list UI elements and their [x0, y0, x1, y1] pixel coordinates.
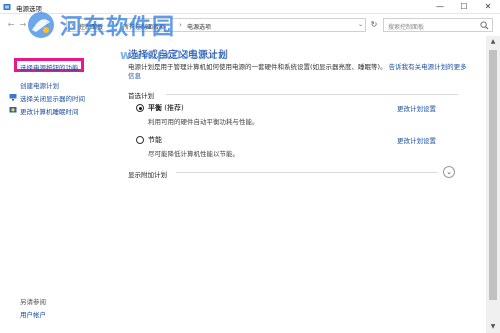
scroll-down-icon[interactable]: ▼	[486, 321, 500, 333]
plan-balanced-name[interactable]: 平衡 (推荐)	[148, 103, 184, 113]
search-icon[interactable]	[480, 21, 489, 30]
plan-balanced-settings-link[interactable]: 更改计划设置	[397, 103, 436, 113]
sidebar-item-display-off[interactable]: 选择关闭显示器的时间	[20, 93, 85, 103]
sidebar-item-power-button[interactable]: 选择电源按钮的功能	[20, 62, 79, 72]
section-divider	[166, 94, 458, 95]
plan-saver-desc: 尽可能降低计算机性能以节能。	[148, 150, 239, 158]
plan-balanced-tag: (推荐)	[164, 104, 184, 112]
back-arrow-icon[interactable]: ←	[6, 19, 16, 31]
scroll-up-icon[interactable]: ▲	[486, 36, 500, 48]
watermark-url: www.pc0359.cn	[120, 48, 227, 62]
scrollbar[interactable]: ▲ ▼	[486, 36, 500, 333]
scroll-thumb[interactable]	[489, 50, 497, 300]
close-button[interactable]: ✕	[476, 0, 500, 14]
moon-icon	[9, 107, 17, 113]
plan-saver-settings-link[interactable]: 更改计划设置	[397, 135, 436, 145]
plan-saver-name[interactable]: 节能	[148, 135, 162, 145]
plan-balanced-title: 平衡	[148, 104, 162, 112]
preferred-plans-label: 首选计划	[128, 92, 154, 100]
search-input[interactable]: 搜索控制面板	[383, 18, 493, 32]
expand-chevron-icon[interactable]: ⌄	[443, 166, 455, 178]
main-content: 选择或自定义电源计划 电源计划是用于管理计算机如何使用电源的一套硬件和系统设置(…	[118, 36, 486, 333]
search-placeholder: 搜索控制面板	[388, 24, 425, 31]
chevron-right-icon: ›	[179, 21, 182, 29]
description-text: 电源计划是用于管理计算机如何使用电源的一套硬件和系统设置(如显示器亮度、睡眠等)…	[128, 63, 387, 71]
monitor-icon	[9, 94, 17, 101]
page-description: 电源计划是用于管理计算机如何使用电源的一套硬件和系统设置(如显示器亮度、睡眠等)…	[128, 63, 468, 81]
breadcrumb-power-options[interactable]: 电源选项	[187, 22, 211, 31]
maximize-button[interactable]: ☐	[452, 0, 476, 14]
sidebar: 选择电源按钮的功能 创建电源计划 选择关闭显示器的时间 更改计算机睡眠时间 另请…	[0, 36, 118, 333]
sidebar-item-create-plan[interactable]: 创建电源计划	[20, 80, 59, 90]
plan-balanced-radio[interactable]	[136, 104, 144, 112]
watermark-text: 河东软件园	[60, 15, 176, 40]
sidebar-item-sleep-time[interactable]: 更改计算机睡眠时间	[20, 106, 79, 116]
power-options-icon	[3, 4, 11, 10]
user-accounts-link[interactable]: 用户帐户	[20, 309, 46, 319]
section-divider	[176, 172, 438, 173]
plan-saver-radio[interactable]	[136, 136, 144, 144]
chevron-down-icon[interactable]: ⌄	[358, 21, 363, 28]
watermark-logo-icon	[28, 12, 54, 38]
plan-balanced-desc: 利用可用的硬件自动平衡功耗与性能。	[148, 118, 259, 126]
refresh-icon[interactable]: ↻	[368, 19, 380, 31]
show-additional-plans-label[interactable]: 显示附加计划	[128, 169, 167, 179]
minimize-button[interactable]: —	[428, 0, 452, 14]
see-also-label: 另请参阅	[20, 298, 46, 306]
